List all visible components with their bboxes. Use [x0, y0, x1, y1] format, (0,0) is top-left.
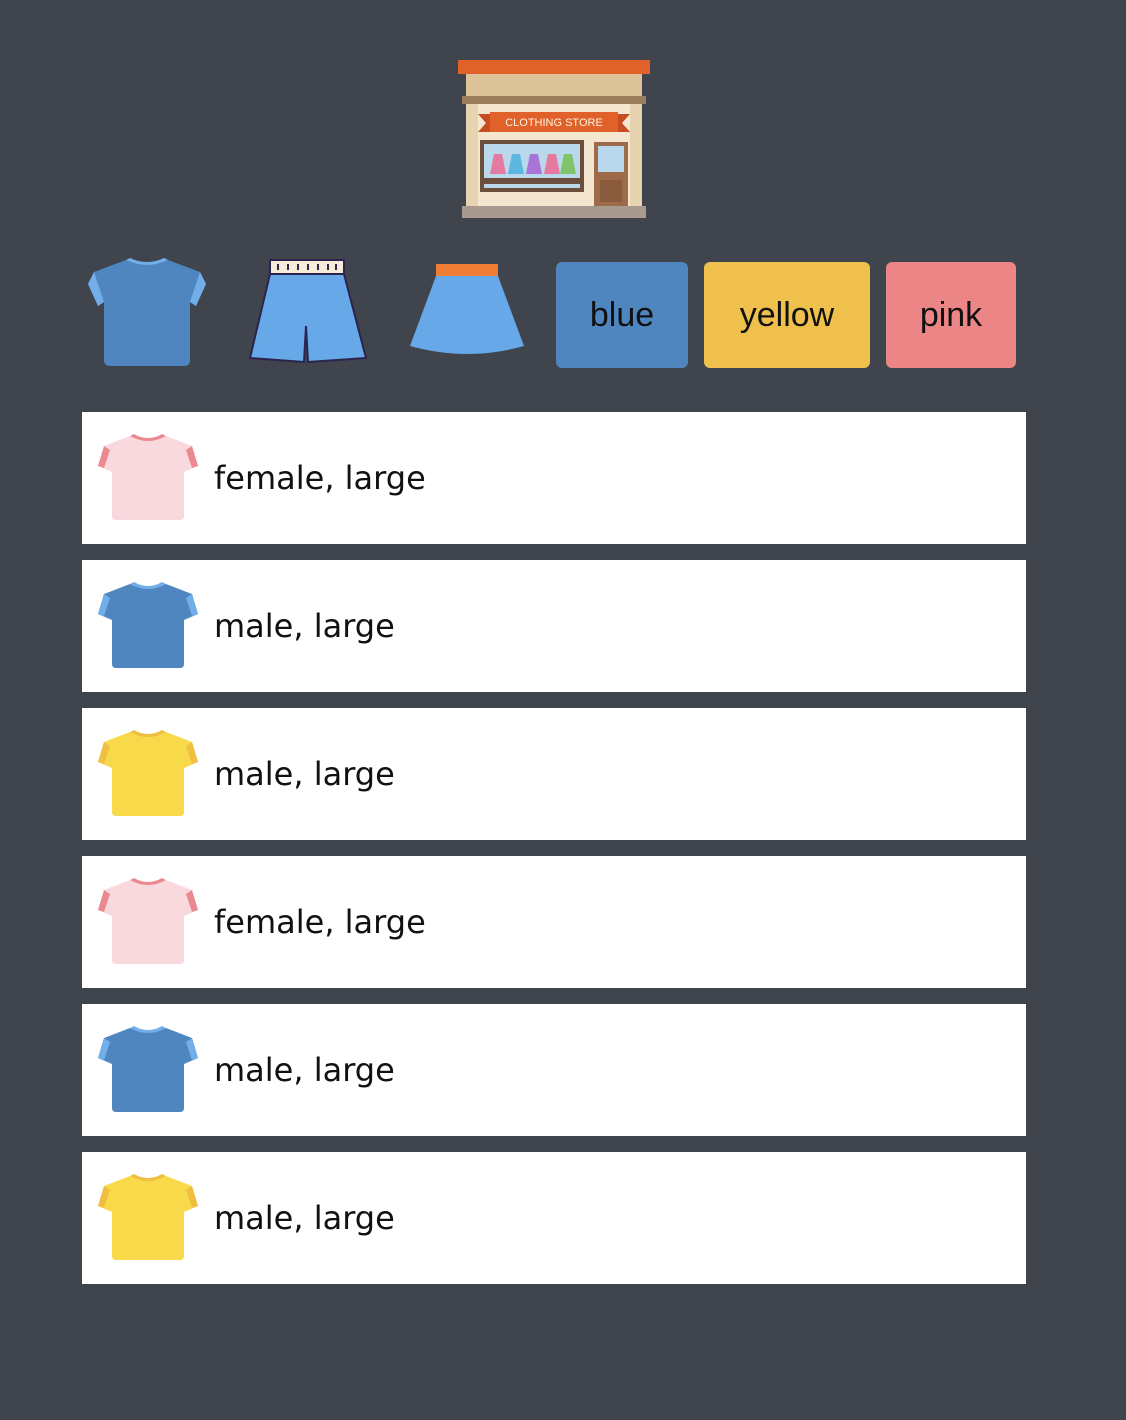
blue-filter-button[interactable]: blue — [556, 262, 688, 368]
tshirt-icon — [98, 434, 198, 520]
item-label: female, large — [214, 459, 426, 497]
filter-toolbar: blue yellow pink — [82, 256, 1026, 372]
item-label: male, large — [214, 1199, 395, 1237]
item-label: female, large — [214, 903, 426, 941]
tshirt-filter-button[interactable] — [82, 256, 212, 372]
list-item[interactable]: male, large — [82, 1004, 1026, 1136]
tshirt-icon — [98, 1174, 198, 1260]
store-logo: CLOTHING STORE — [456, 58, 652, 224]
yellow-filter-button[interactable]: yellow — [704, 262, 870, 368]
item-label: male, large — [214, 607, 395, 645]
product-list: female, large male, large male, large fe… — [82, 412, 1026, 1300]
tshirt-icon — [98, 730, 198, 816]
store-logo-text: CLOTHING STORE — [505, 117, 603, 129]
list-item[interactable]: female, large — [82, 412, 1026, 544]
item-label: male, large — [214, 755, 395, 793]
list-item[interactable]: male, large — [82, 1152, 1026, 1284]
list-item[interactable]: male, large — [82, 708, 1026, 840]
tshirt-icon — [88, 258, 206, 366]
list-item[interactable]: female, large — [82, 856, 1026, 988]
clothing-store-icon: CLOTHING STORE — [458, 60, 650, 218]
tshirt-icon — [98, 1026, 198, 1112]
skirt-filter-button[interactable] — [406, 256, 536, 372]
tshirt-icon — [98, 582, 198, 668]
skirt-icon — [410, 264, 524, 354]
item-label: male, large — [214, 1051, 395, 1089]
pink-filter-button[interactable]: pink — [886, 262, 1016, 368]
tshirt-icon — [98, 878, 198, 964]
shorts-filter-button[interactable] — [246, 256, 376, 372]
shorts-icon — [248, 259, 368, 364]
list-item[interactable]: male, large — [82, 560, 1026, 692]
